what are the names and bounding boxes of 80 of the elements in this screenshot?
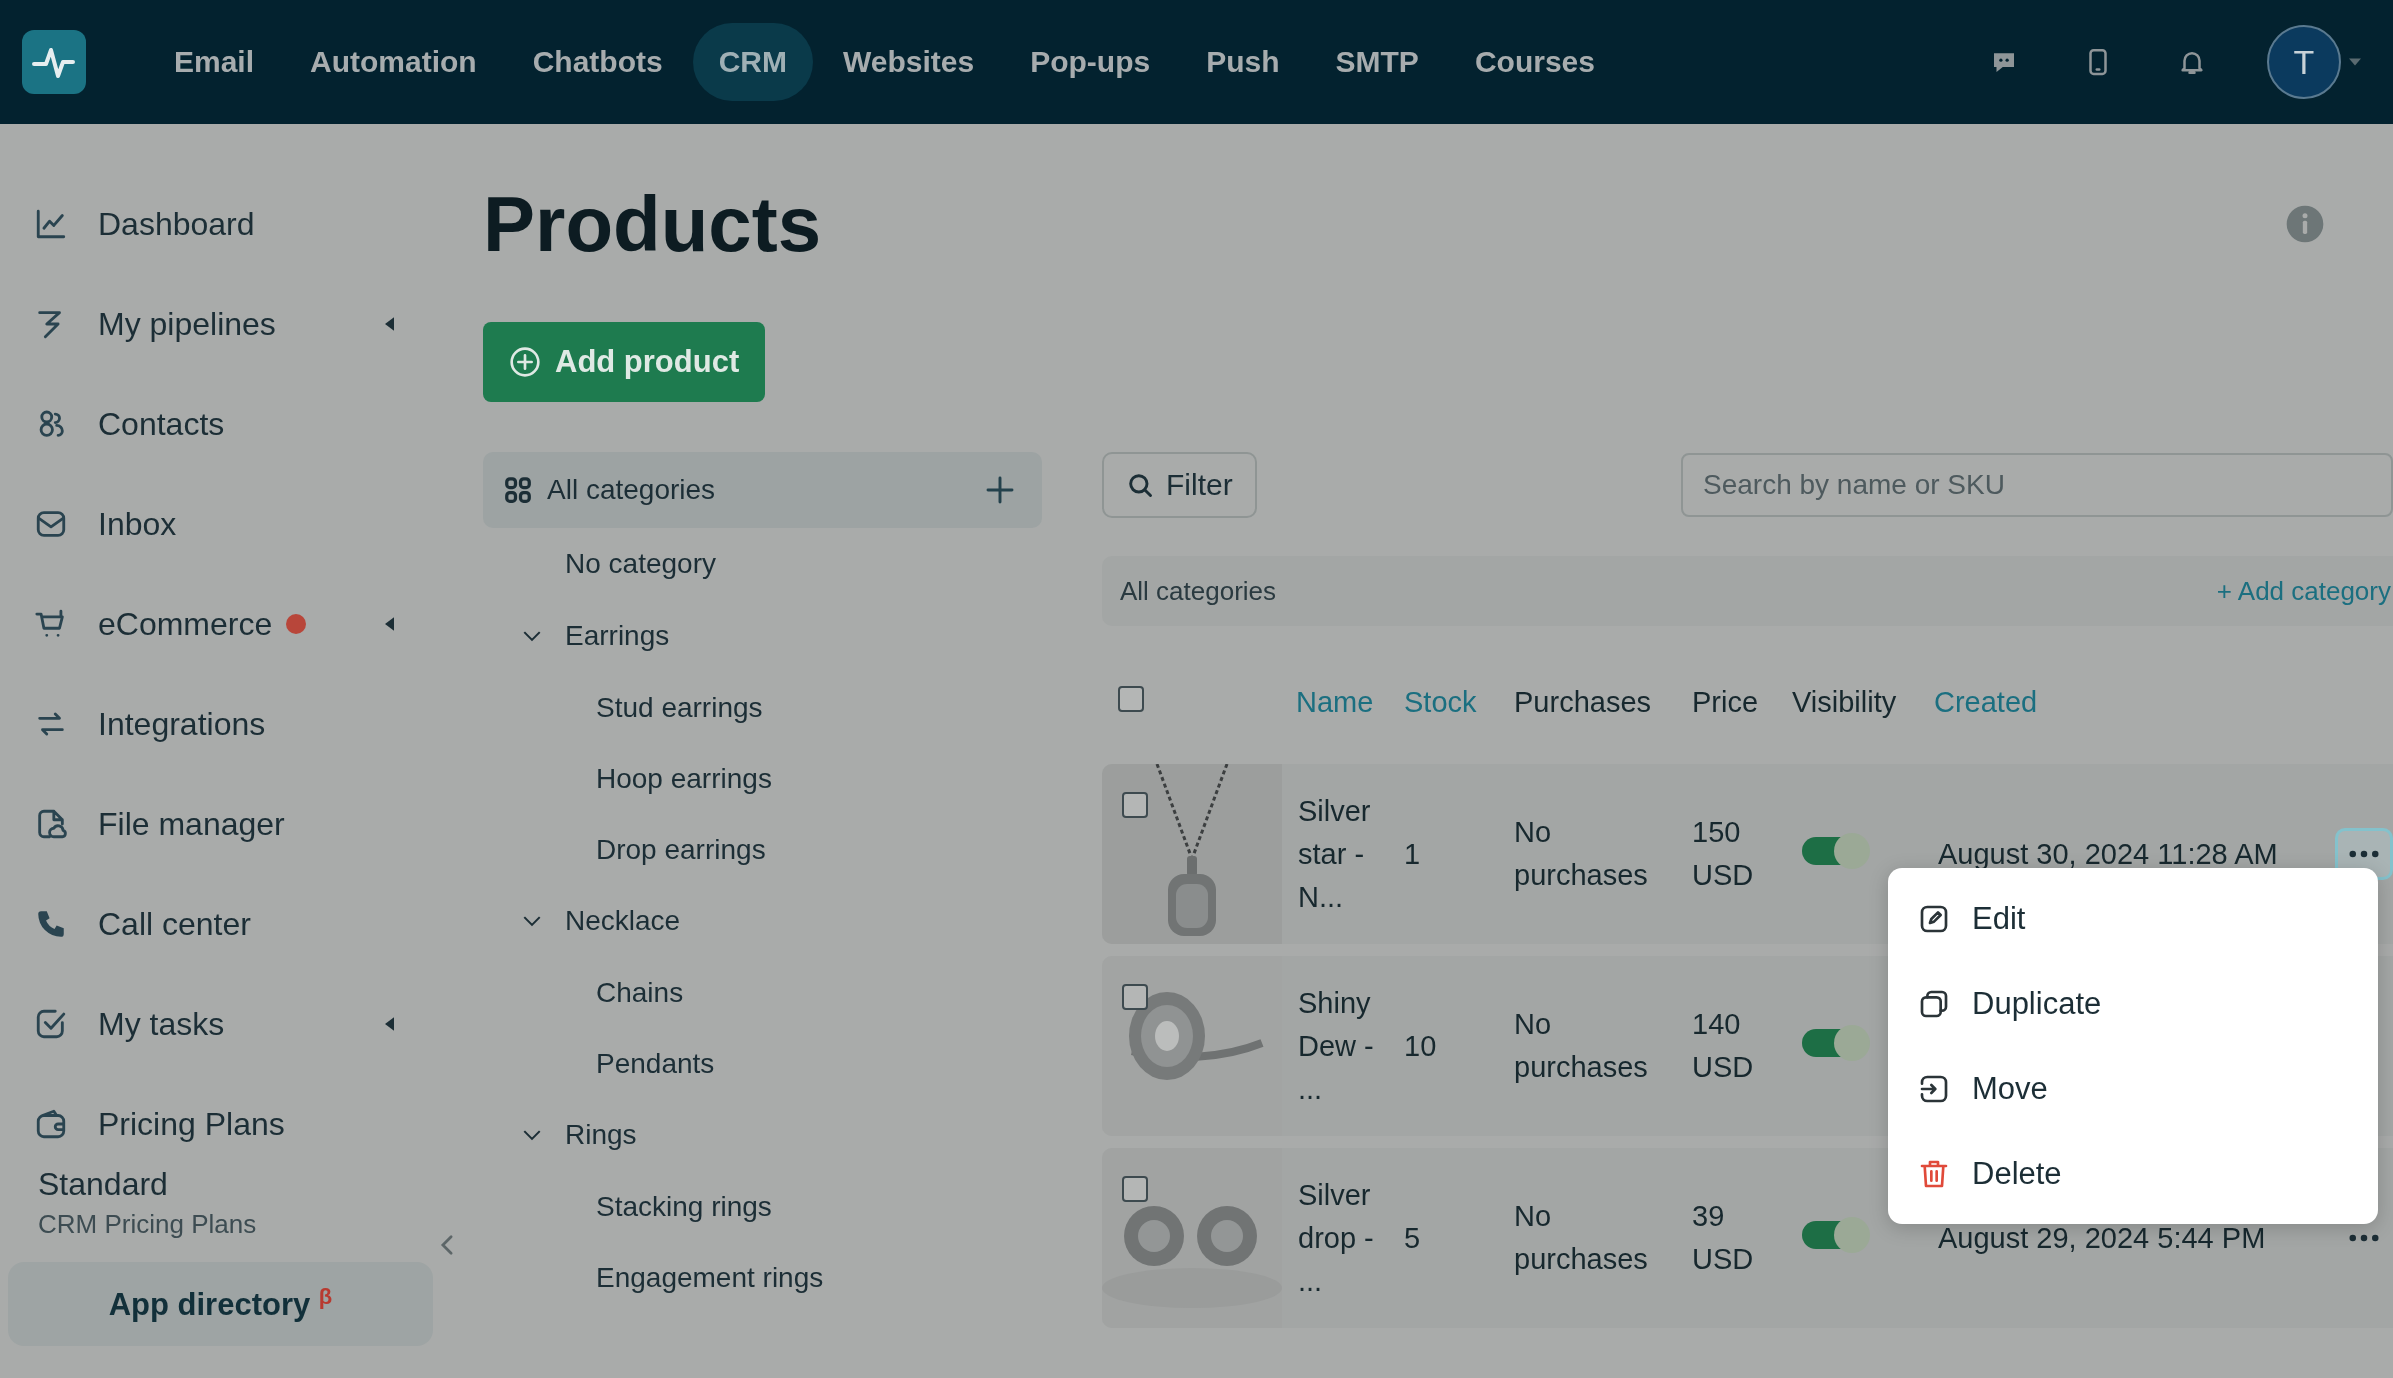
sidebar-item[interactable]: Pricing Plans [0, 1094, 450, 1154]
nav-tab[interactable]: SMTP [1309, 23, 1445, 101]
category-item[interactable]: Chains [483, 957, 1042, 1028]
sidebar-item[interactable]: Integrations [0, 694, 450, 754]
select-all-checkbox[interactable] [1118, 685, 1144, 712]
column-header: Purchases [1513, 685, 1652, 719]
category-item[interactable]: All categories [483, 452, 1042, 528]
sidebar-item[interactable]: My pipelines [0, 294, 450, 354]
table-cell-text: No purchases [1513, 1007, 1649, 1085]
row-checkbox[interactable] [1122, 792, 1148, 818]
dots-icon [2349, 1234, 2379, 1242]
table-cell-text: Silver star - N... [1297, 793, 1372, 915]
category-item[interactable]: Hoop earrings [483, 743, 1042, 814]
nav-tab[interactable]: Pop-ups [1004, 23, 1177, 101]
plan-product: CRM Pricing Plans [38, 1209, 258, 1240]
nav-tab[interactable]: CRM [692, 23, 813, 101]
filter-button[interactable]: Filter [1102, 452, 1257, 518]
category-item[interactable]: Rings [483, 1099, 1042, 1171]
category-item[interactable]: Pendants [483, 1028, 1042, 1099]
table-cell-text: 39 USD [1691, 1199, 1755, 1277]
row-checkbox[interactable] [1122, 984, 1148, 1010]
table-cell-text: No purchases [1513, 1199, 1649, 1277]
table-cell-text: Shiny Dew - ... [1297, 985, 1375, 1107]
category-item[interactable]: Stacking rings [483, 1171, 1042, 1242]
category-item[interactable]: Necklace [483, 885, 1042, 957]
table-cell-text: 1 [1403, 837, 1422, 871]
nav-tab[interactable]: Chatbots [506, 23, 689, 101]
dots-icon [2349, 850, 2379, 858]
breadcrumb-text: All categories [1120, 575, 1277, 607]
category-item[interactable]: No category [483, 528, 1042, 600]
checkbox-icon [34, 1007, 68, 1041]
nav-tab[interactable]: Automation [284, 23, 503, 101]
menu-item[interactable]: Move [1888, 1046, 2378, 1131]
visibility-toggle[interactable] [1802, 1216, 1870, 1253]
chart-icon [34, 207, 68, 241]
menu-item[interactable]: Edit [1888, 876, 2378, 961]
sidebar-item[interactable]: File manager [0, 794, 450, 854]
avatar[interactable]: T [2267, 25, 2341, 99]
nav-tab[interactable]: Email [148, 23, 281, 101]
row-checkbox[interactable] [1122, 1176, 1148, 1202]
add-product-button[interactable]: Add product [483, 322, 766, 402]
menu-item[interactable]: Delete [1888, 1131, 2378, 1216]
sidebar-item[interactable]: eCommerce [0, 594, 450, 654]
menu-item[interactable]: Duplicate [1888, 961, 2378, 1046]
plan-name: Standard [38, 1166, 169, 1203]
visibility-toggle[interactable] [1802, 832, 1870, 869]
sidebar-item[interactable]: Contacts [0, 394, 450, 454]
category-item[interactable]: Earrings [483, 600, 1042, 672]
sidebar-item[interactable]: Inbox [0, 494, 450, 554]
nav-tab[interactable]: Push [1180, 23, 1306, 101]
category-item[interactable]: Engagement rings [483, 1242, 1042, 1313]
sidebar-item[interactable]: Call center [0, 894, 450, 954]
sidebar-item[interactable]: My tasks [0, 994, 450, 1054]
category-item[interactable]: Stud earrings [483, 672, 1042, 743]
plus-circle-icon [509, 346, 541, 378]
visibility-toggle[interactable] [1802, 1024, 1870, 1061]
category-item[interactable]: Drop earrings [483, 814, 1042, 885]
chevron-left-icon[interactable] [440, 1234, 454, 1256]
table-cell-text: August 30, 2024 11:28 AM [1937, 837, 2279, 871]
caret-icon[interactable] [2349, 58, 2361, 66]
table-cell-text: 140 USD [1691, 1007, 1755, 1085]
table-cell-text: No purchases [1513, 815, 1649, 893]
search-icon [1126, 471, 1154, 499]
search-field[interactable]: Search by name or SKU [1681, 453, 2393, 517]
column-header: Price [1691, 685, 1760, 719]
plus-icon[interactable] [984, 474, 1016, 506]
page-title: Products [483, 178, 822, 270]
nav-tab[interactable]: Websites [817, 23, 1001, 101]
nav-tab[interactable]: Courses [1448, 23, 1621, 101]
app-directory-button[interactable]: App directory $^{β}$ [8, 1262, 433, 1346]
grid-icon [503, 475, 533, 505]
sidebar-item[interactable]: Dashboard [0, 194, 450, 254]
wallet-icon [34, 1107, 68, 1141]
column-header: Visibility [1791, 685, 1898, 719]
table-cell-text: 5 [1403, 1221, 1422, 1255]
table-cell-text: Silver drop - ... [1297, 1177, 1375, 1299]
logo-icon[interactable] [22, 30, 86, 94]
table-cell-text: August 29, 2024 5:44 PM [1937, 1221, 2267, 1255]
table-cell-text: 10 [1403, 1029, 1438, 1063]
table-cell-text: 150 USD [1691, 815, 1755, 893]
